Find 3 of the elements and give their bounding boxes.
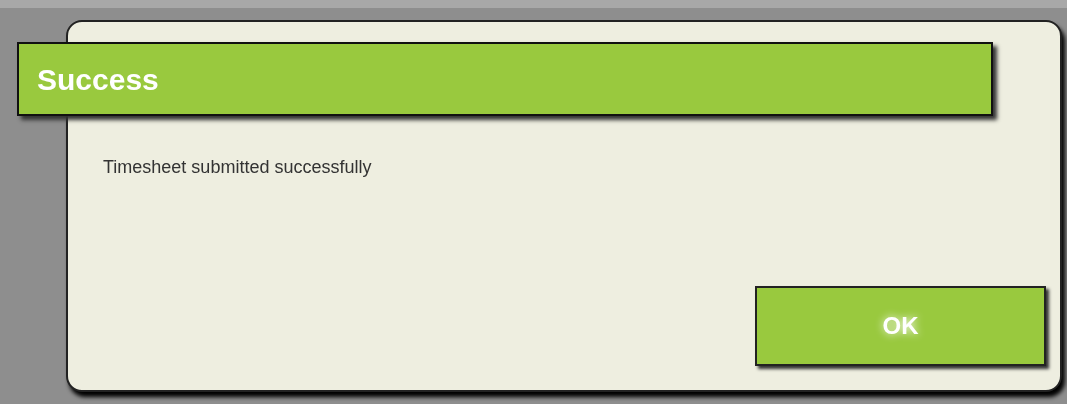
ok-button[interactable]: OK — [755, 286, 1046, 366]
dialog-message: Timesheet submitted successfully — [103, 156, 372, 179]
dialog-title: Success — [37, 61, 159, 98]
